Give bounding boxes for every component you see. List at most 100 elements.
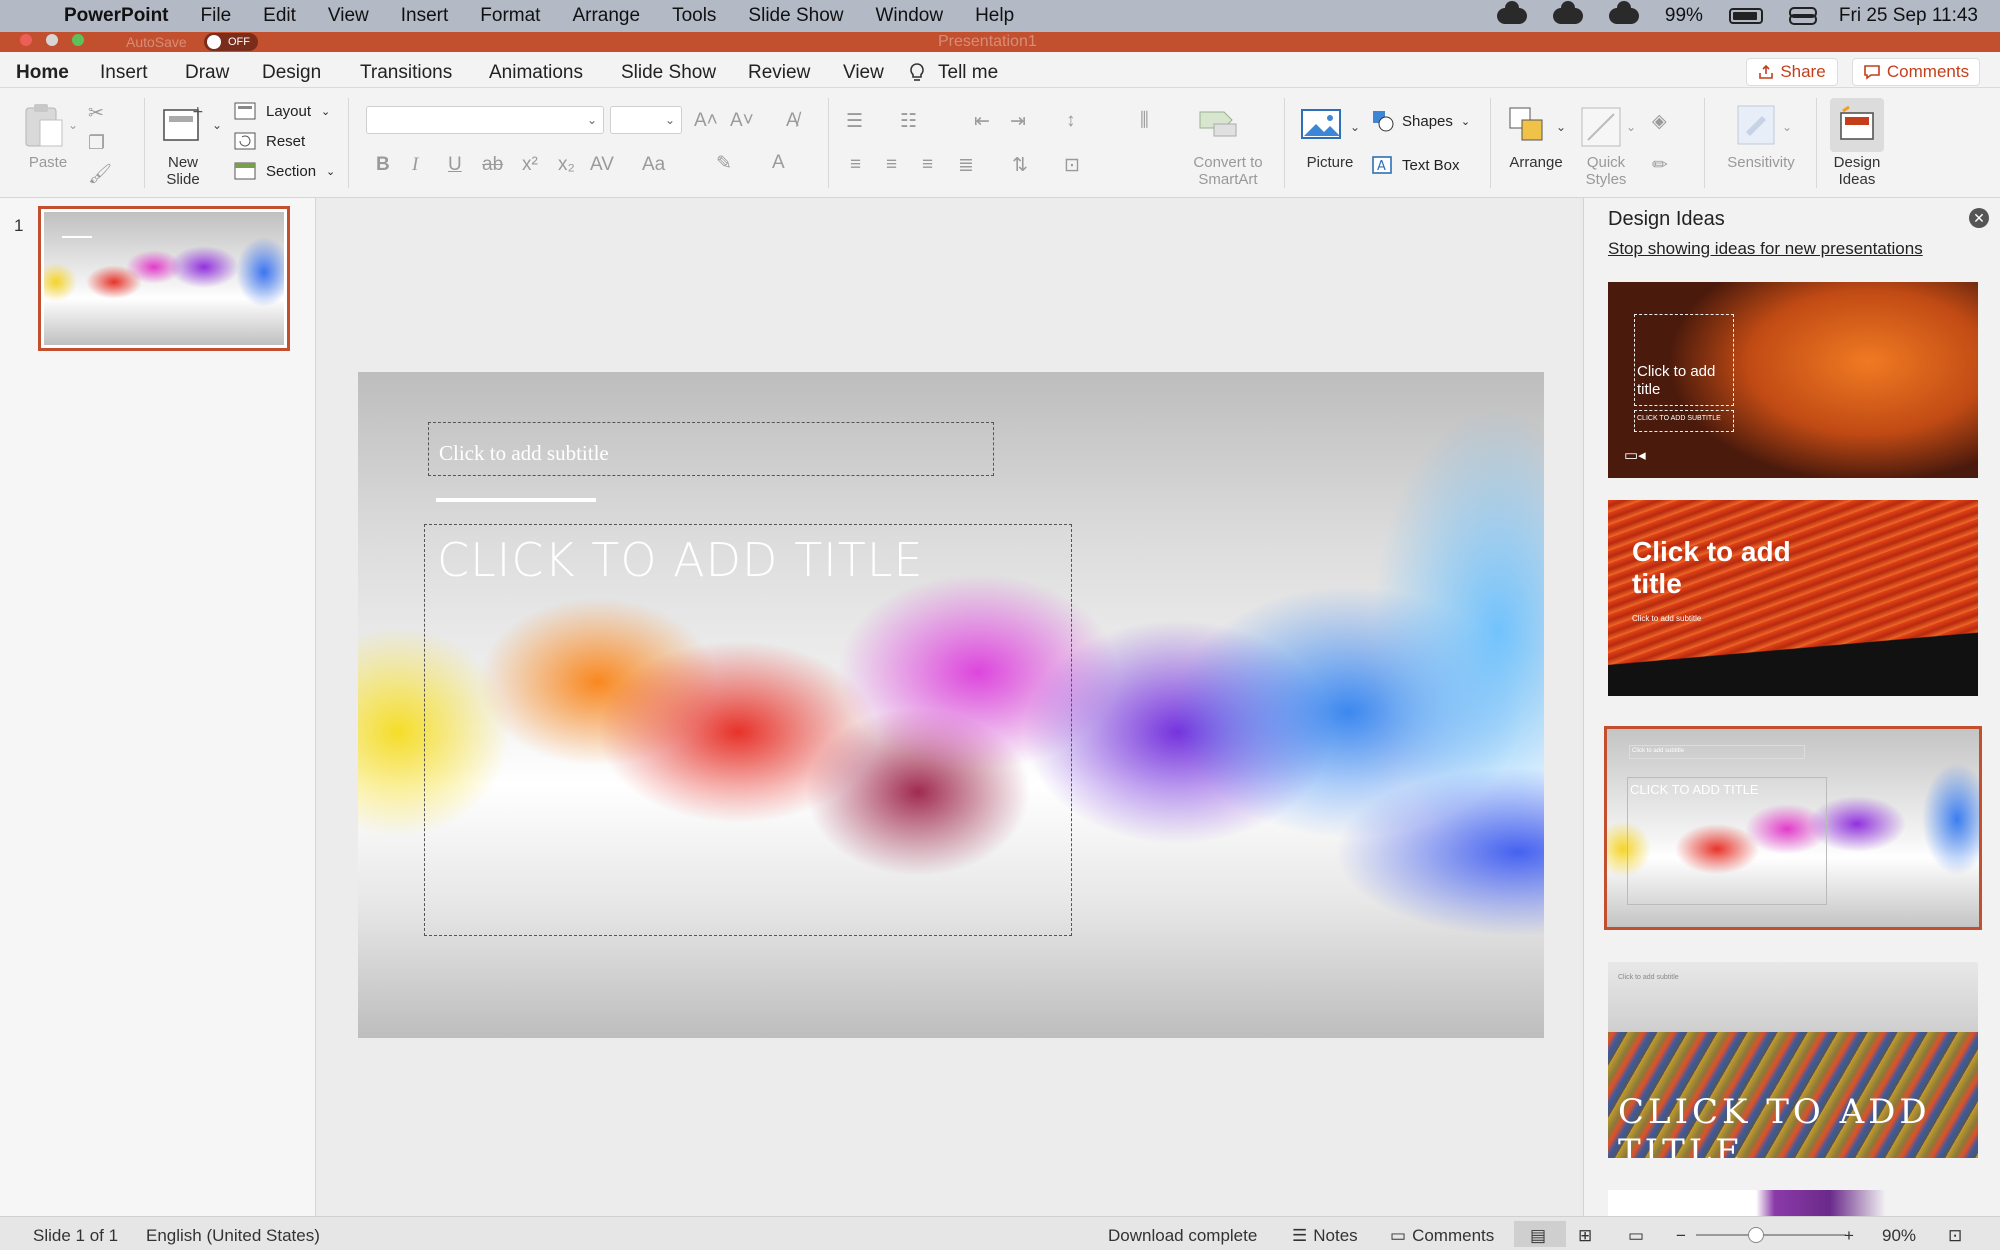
italic-icon[interactable]: I [412, 154, 418, 176]
zoom-level[interactable]: 90% [1882, 1226, 1916, 1246]
battery-icon[interactable] [1728, 8, 1763, 24]
cloud-icon[interactable] [1552, 1, 1583, 24]
zoom-out-icon[interactable]: − [1676, 1226, 1686, 1246]
design-idea-3[interactable]: Click to add subtitle CLICK TO ADD TITLE [1604, 726, 1982, 930]
font-color-icon[interactable]: A [772, 152, 785, 174]
menu-file[interactable]: File [201, 5, 232, 27]
copy-icon[interactable]: ❐ [88, 132, 105, 155]
new-slide-icon[interactable]: + [162, 104, 204, 149]
slide-sorter-icon[interactable]: ⊞ [1578, 1226, 1592, 1246]
design-idea-4[interactable]: Click to add subtitle CLICK TO ADD TITLE [1608, 962, 1978, 1158]
comments-button[interactable]: Comments [1852, 58, 1980, 86]
character-spacing-icon[interactable]: AV [590, 154, 614, 176]
font-size-dropdown[interactable]: ⌄ [610, 106, 682, 134]
menu-arrange[interactable]: Arrange [572, 5, 640, 27]
quick-styles-icon[interactable] [1580, 106, 1622, 153]
smartart-icon[interactable] [1196, 104, 1240, 143]
align-left-icon[interactable]: ≡ [850, 154, 861, 176]
align-center-icon[interactable]: ≡ [886, 154, 897, 176]
fit-to-window-icon[interactable]: ⊡ [1948, 1226, 1962, 1246]
shape-outline-icon[interactable]: ✏ [1652, 154, 1668, 177]
slide-thumbnail-1[interactable] [38, 206, 290, 351]
superscript-icon[interactable]: x² [522, 154, 538, 176]
reset-button[interactable]: Reset [234, 132, 305, 150]
design-idea-2[interactable]: Click to add title Click to add subtitle [1608, 500, 1978, 696]
chevron-down-icon[interactable]: ⌄ [212, 118, 222, 132]
menu-window[interactable]: Window [875, 5, 943, 27]
section-button[interactable]: Section ⌄ [234, 162, 335, 180]
menu-insert[interactable]: Insert [401, 5, 449, 27]
chevron-down-icon[interactable]: ⌄ [1556, 120, 1566, 134]
layout-button[interactable]: Layout ⌄ [234, 102, 330, 120]
share-button[interactable]: Share [1746, 58, 1838, 86]
align-right-icon[interactable]: ≡ [922, 154, 933, 176]
chevron-down-icon[interactable]: ⌄ [68, 118, 78, 132]
shapes-button[interactable]: Shapes ⌄ [1372, 110, 1470, 132]
tab-transitions[interactable]: Transitions [360, 62, 452, 84]
chevron-down-icon[interactable]: ⌄ [1782, 120, 1792, 134]
menu-edit[interactable]: Edit [263, 5, 296, 27]
design-idea-1[interactable]: Click to add title CLICK TO ADD SUBTITLE… [1608, 282, 1978, 478]
close-icon[interactable]: ✕ [1969, 208, 1989, 228]
stop-showing-ideas-link[interactable]: Stop showing ideas for new presentations [1608, 239, 1923, 259]
autosave-toggle[interactable]: OFF [204, 33, 258, 51]
strikethrough-icon[interactable]: ab [482, 154, 503, 176]
increase-font-size-icon[interactable]: A˄ [694, 110, 718, 132]
tell-me-search[interactable]: Tell me [938, 62, 998, 84]
chevron-down-icon[interactable]: ⌄ [1626, 120, 1636, 134]
close-window-button[interactable] [20, 34, 32, 46]
format-painter-icon[interactable]: 🖌 [88, 162, 112, 186]
highlight-icon[interactable]: ✎ [716, 152, 732, 175]
arrange-icon[interactable] [1508, 106, 1548, 151]
tab-home[interactable]: Home [16, 62, 69, 91]
status-comments-button[interactable]: ▭ Comments [1390, 1226, 1494, 1246]
font-name-dropdown[interactable]: ⌄ [366, 106, 604, 134]
menu-app-name[interactable]: PowerPoint [64, 5, 169, 27]
align-text-icon[interactable]: ⊡ [1064, 154, 1080, 177]
menu-format[interactable]: Format [480, 5, 540, 27]
clear-formatting-icon[interactable]: A̸ [786, 110, 799, 132]
tab-slide-show[interactable]: Slide Show [621, 62, 716, 84]
presenter-view-icon[interactable]: ▭ [1628, 1226, 1644, 1246]
minimize-window-button[interactable] [46, 34, 58, 46]
design-ideas-icon[interactable] [1830, 98, 1884, 152]
shape-fill-icon[interactable]: ◈ [1652, 110, 1667, 133]
chevron-down-icon[interactable]: ⌄ [1350, 120, 1360, 134]
tab-review[interactable]: Review [748, 62, 810, 84]
decrease-indent-icon[interactable]: ⇤ [974, 110, 990, 133]
tab-design[interactable]: Design [262, 62, 321, 84]
zoom-slider-knob[interactable] [1748, 1227, 1764, 1243]
text-box-button[interactable]: A Text Box [1372, 156, 1460, 174]
design-idea-5[interactable] [1608, 1190, 1978, 1216]
justify-icon[interactable]: ≣ [958, 154, 974, 177]
notes-button[interactable]: ☰ Notes [1292, 1226, 1358, 1246]
zoom-slider[interactable] [1696, 1227, 1846, 1243]
menu-slide-show[interactable]: Slide Show [748, 5, 843, 27]
tab-draw[interactable]: Draw [185, 62, 229, 84]
menubar-datetime[interactable]: Fri 25 Sep 11:43 [1839, 5, 1978, 27]
line-spacing-icon[interactable]: ↕ [1066, 110, 1076, 132]
numbering-icon[interactable]: ☷ [900, 110, 917, 133]
columns-icon[interactable]: ⫼ [1140, 110, 1149, 132]
bullets-icon[interactable]: ☰ [846, 110, 863, 133]
menu-tools[interactable]: Tools [672, 5, 716, 27]
text-direction-icon[interactable]: ⇅ [1012, 154, 1028, 177]
picture-icon[interactable] [1300, 108, 1344, 145]
paste-icon[interactable] [22, 102, 66, 155]
slide-canvas[interactable]: Click to add subtitle CLICK TO ADD TITLE [358, 372, 1544, 1038]
change-case-icon[interactable]: Aa [642, 154, 665, 176]
bold-icon[interactable]: B [376, 154, 390, 176]
subscript-icon[interactable]: x₂ [558, 154, 575, 176]
increase-indent-icon[interactable]: ⇥ [1010, 110, 1026, 133]
cloud-icon[interactable] [1608, 1, 1639, 24]
decrease-font-size-icon[interactable]: A˅ [730, 110, 754, 132]
tab-insert[interactable]: Insert [100, 62, 148, 84]
zoom-window-button[interactable] [72, 34, 84, 46]
underline-icon[interactable]: U [448, 154, 462, 176]
zoom-in-icon[interactable]: + [1844, 1226, 1854, 1246]
menu-help[interactable]: Help [975, 5, 1014, 27]
tab-animations[interactable]: Animations [489, 62, 583, 84]
menu-view[interactable]: View [328, 5, 369, 27]
subtitle-placeholder[interactable]: Click to add subtitle [428, 422, 994, 476]
cut-icon[interactable]: ✂ [88, 102, 104, 125]
